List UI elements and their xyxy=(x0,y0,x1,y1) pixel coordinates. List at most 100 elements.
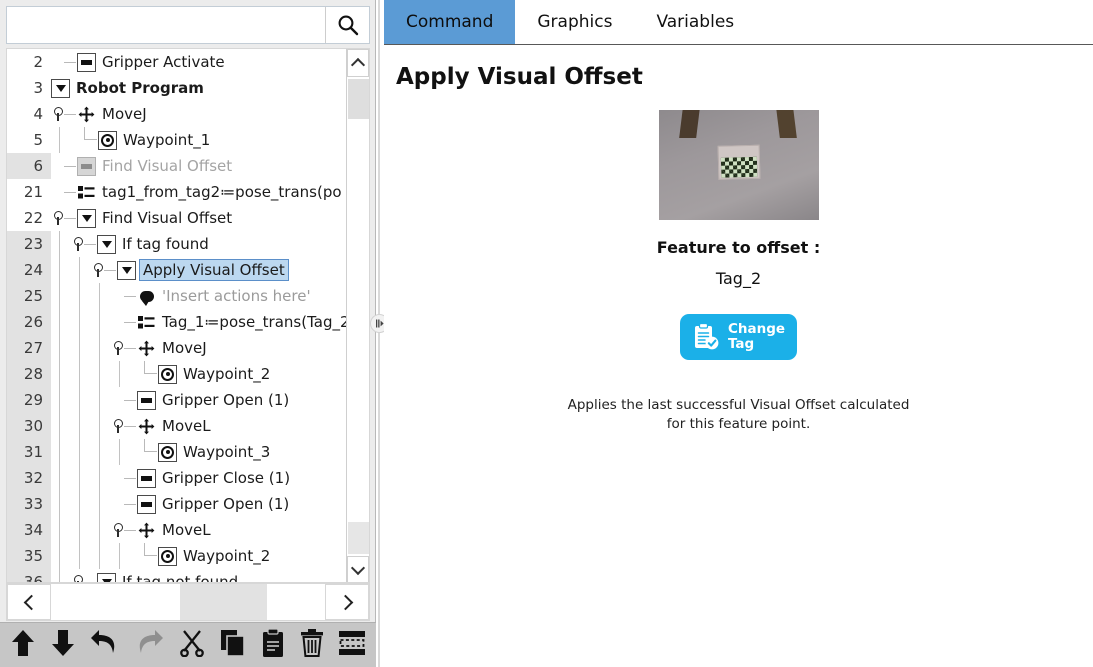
tree-row[interactable]: 25 'Insert actions here' xyxy=(7,283,347,309)
tree-row-label: Tag_1≔pose_trans(Tag_2 xyxy=(162,313,347,331)
breakpoint-pin-icon[interactable] xyxy=(71,573,84,582)
breakpoint-pin-icon[interactable] xyxy=(51,209,64,227)
paste-button[interactable] xyxy=(260,628,285,661)
tree-row-label: MoveL xyxy=(162,417,211,435)
program-tree-panel: 2 Gripper Activate 3 Robot Program 4 MoveJ 5 Wa… xyxy=(0,0,376,667)
tab-command[interactable]: Command xyxy=(384,0,516,44)
tree-row[interactable]: 23 If tag found xyxy=(7,231,347,257)
tree-row-label: If tag found xyxy=(122,235,209,253)
line-number: 34 xyxy=(7,517,51,543)
tree-guide-line xyxy=(99,361,100,387)
breakpoint-pin-icon[interactable] xyxy=(91,261,104,279)
tree-row[interactable]: 3 Robot Program xyxy=(7,75,347,101)
tree-row-label: Find Visual Offset xyxy=(102,157,233,175)
tree-rows-container[interactable]: 2 Gripper Activate 3 Robot Program 4 MoveJ 5 Wa… xyxy=(7,49,347,582)
copy-button[interactable] xyxy=(220,629,246,661)
tree-row[interactable]: 24 Apply Visual Offset xyxy=(7,257,347,283)
tree-guide-line xyxy=(119,439,120,465)
chevron-up-icon xyxy=(350,57,366,73)
tree-row-body: Find Visual Offset xyxy=(51,153,347,179)
tree-connector xyxy=(64,61,76,63)
breakpoint-pin-icon[interactable] xyxy=(111,417,124,435)
suppress-button[interactable] xyxy=(338,629,366,661)
line-number: 2 xyxy=(7,49,51,75)
tree-guide-line xyxy=(119,361,120,387)
redo-button[interactable] xyxy=(134,629,164,661)
edit-toolbar xyxy=(0,622,376,667)
tree-guide-line xyxy=(59,413,60,439)
tree-row-body: If tag found xyxy=(51,231,347,257)
move-icon xyxy=(137,521,156,540)
breakpoint-pin-icon[interactable] xyxy=(111,339,124,357)
tree-row-body: Tag_1≔pose_trans(Tag_2 xyxy=(51,309,347,335)
line-number: 27 xyxy=(7,335,51,361)
tree-row-body: Gripper Activate xyxy=(51,49,347,75)
tree-guide-line xyxy=(79,361,80,387)
breakpoint-pin-icon[interactable] xyxy=(71,235,84,253)
line-number: 5 xyxy=(7,127,51,153)
tree-row[interactable]: 21 tag1_from_tag2≔pose_trans(po xyxy=(7,179,347,205)
tree-row-label: Gripper Open (1) xyxy=(162,391,290,409)
checkerboard-tag xyxy=(717,144,760,180)
tree-row[interactable]: 31 Waypoint_3 xyxy=(7,439,347,465)
breakpoint-pin-icon[interactable] xyxy=(111,521,124,539)
horizontal-scroll-thumb[interactable] xyxy=(179,584,268,620)
tree-row[interactable]: 2 Gripper Activate xyxy=(7,49,347,75)
tree-row-label: Gripper Open (1) xyxy=(162,495,290,513)
tree-row[interactable]: 6 Find Visual Offset xyxy=(7,153,347,179)
tree-row[interactable]: 34 MoveL xyxy=(7,517,347,543)
line-number: 21 xyxy=(7,179,51,205)
trash-icon xyxy=(300,629,324,661)
tab-graphics[interactable]: Graphics xyxy=(515,0,635,44)
tree-row[interactable]: 22 Find Visual Offset xyxy=(7,205,347,231)
delete-button[interactable] xyxy=(299,629,324,661)
move-up-button[interactable] xyxy=(10,629,36,661)
tree-row[interactable]: 26 Tag_1≔pose_trans(Tag_2 xyxy=(7,309,347,335)
vertical-scroll-thumb[interactable] xyxy=(348,79,369,119)
tree-row[interactable]: 4 MoveJ xyxy=(7,101,347,127)
tree-connector-elbow xyxy=(144,361,157,374)
horizontal-scroll-track[interactable] xyxy=(51,584,325,620)
panel-splitter[interactable] xyxy=(370,0,389,667)
search-button[interactable] xyxy=(325,7,369,43)
breakpoint-pin-icon[interactable] xyxy=(51,105,64,123)
line-number: 33 xyxy=(7,491,51,517)
line-number: 31 xyxy=(7,439,51,465)
scroll-down-button[interactable] xyxy=(347,556,369,582)
tree-row[interactable]: 35 Waypoint_2 xyxy=(7,543,347,569)
chevron-right-icon xyxy=(337,594,353,610)
move-down-button[interactable] xyxy=(50,629,76,661)
tree-row-label: Waypoint_2 xyxy=(183,365,271,383)
tree-row[interactable]: 36 If tag not found xyxy=(7,569,347,582)
tab-variables[interactable]: Variables xyxy=(634,0,757,44)
tree-row[interactable]: 5 Waypoint_1 xyxy=(7,127,347,153)
undo-button[interactable] xyxy=(90,629,120,661)
vertical-scroll-track-lower[interactable] xyxy=(348,522,369,554)
tree-row[interactable]: 30 MoveL xyxy=(7,413,347,439)
assignment-icon xyxy=(77,183,96,202)
tree-guide-line xyxy=(59,387,60,413)
tree-connector-elbow xyxy=(84,127,97,140)
tree-row-label: Gripper Activate xyxy=(102,53,225,71)
undo-icon xyxy=(90,629,120,661)
tree-horizontal-scrollbar[interactable] xyxy=(6,583,370,621)
tree-row[interactable]: 29 Gripper Open (1) xyxy=(7,387,347,413)
gripper-icon xyxy=(137,390,156,410)
change-tag-button[interactable]: Change Tag xyxy=(679,314,798,360)
tree-row[interactable]: 33 Gripper Open (1) xyxy=(7,491,347,517)
line-number: 6 xyxy=(7,153,51,179)
tree-vertical-scrollbar[interactable] xyxy=(346,49,369,582)
cut-button[interactable] xyxy=(178,629,206,661)
scroll-up-button[interactable] xyxy=(347,49,369,77)
scroll-left-button[interactable] xyxy=(7,584,51,620)
tree-row[interactable]: 32 Gripper Close (1) xyxy=(7,465,347,491)
search-input[interactable] xyxy=(7,7,325,43)
line-number: 22 xyxy=(7,205,51,231)
tree-row[interactable]: 27 MoveJ xyxy=(7,335,347,361)
waypoint-icon xyxy=(158,546,177,566)
polyscope-window: 2 Gripper Activate 3 Robot Program 4 MoveJ 5 Wa… xyxy=(0,0,1093,667)
scroll-right-button[interactable] xyxy=(325,584,369,620)
scene-post-left xyxy=(678,110,700,138)
tree-guide-line xyxy=(59,517,60,543)
tree-row[interactable]: 28 Waypoint_2 xyxy=(7,361,347,387)
